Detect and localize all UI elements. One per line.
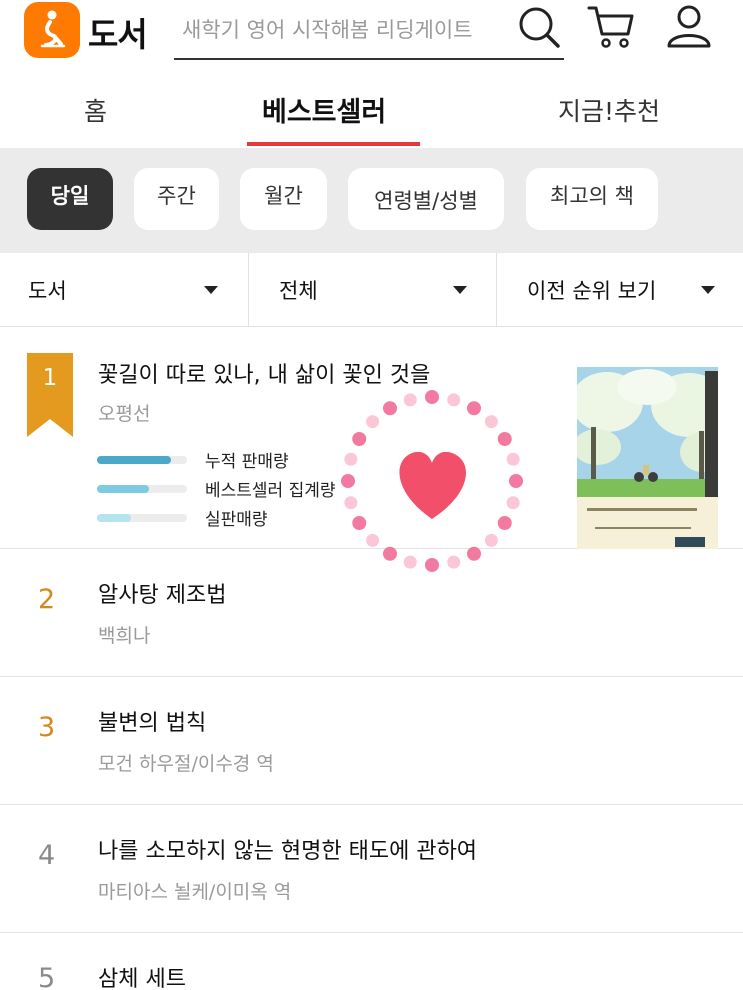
heart-sparkle-dot bbox=[467, 546, 481, 561]
book-row-5[interactable]: 5 삼체 세트 bbox=[0, 933, 743, 990]
rank-badge: 1 bbox=[27, 353, 73, 437]
search-icon[interactable] bbox=[514, 2, 564, 52]
book-author[interactable]: 오평선 bbox=[98, 399, 150, 426]
heart-sparkle-dot bbox=[366, 415, 380, 429]
heart-sparkle-dot bbox=[425, 390, 439, 404]
book-author[interactable]: 백희나 bbox=[98, 621, 150, 648]
heart-sparkle-dot bbox=[352, 516, 367, 530]
heart-sparkle-dot bbox=[403, 555, 417, 569]
stat-bar bbox=[97, 514, 187, 522]
heart-sparkle-dot bbox=[467, 401, 481, 416]
filter-best-books[interactable]: 최고의 책 bbox=[526, 168, 658, 230]
heart-sparkle-dot bbox=[497, 516, 512, 530]
category-dropdown[interactable]: 도서 bbox=[0, 253, 248, 327]
book-cover-image[interactable] bbox=[577, 367, 718, 549]
book-title[interactable]: 불변의 법칙 bbox=[98, 705, 206, 737]
rank-number: 4 bbox=[38, 840, 56, 871]
heart-sparkle-dot bbox=[344, 452, 358, 466]
rank-number: 3 bbox=[38, 712, 56, 743]
scope-dropdown-label: 전체 bbox=[279, 279, 318, 303]
rank-number: 1 bbox=[42, 365, 58, 391]
heart-sparkle-dot bbox=[509, 474, 523, 488]
tab-home[interactable]: 홈 bbox=[84, 92, 107, 128]
rank-number: 5 bbox=[38, 963, 56, 990]
tab-bestseller[interactable]: 베스트셀러 bbox=[262, 90, 386, 129]
user-icon[interactable] bbox=[664, 2, 714, 52]
filter-weekly[interactable]: 주간 bbox=[134, 168, 219, 230]
period-filter-bar: 당일 주간 월간 연령별/성별 최고의 책 bbox=[0, 148, 743, 253]
heart-sparkle-dot bbox=[484, 533, 498, 547]
book-cover-illustration bbox=[577, 367, 718, 549]
filter-age-gender[interactable]: 연령별/성별 bbox=[348, 168, 504, 230]
search-input[interactable] bbox=[182, 10, 502, 50]
stat-label: 누적 판매량 bbox=[205, 452, 289, 472]
stat-bar bbox=[97, 485, 187, 493]
heart-sparkle-dot bbox=[344, 496, 358, 510]
app-logo[interactable] bbox=[24, 2, 80, 58]
book-row-3[interactable]: 3 불변의 법칙 모건 하우절/이수경 역 bbox=[0, 677, 743, 805]
like-heart-overlay[interactable] bbox=[334, 383, 530, 579]
previous-rank-dropdown[interactable]: 이전 순위 보기 bbox=[496, 253, 743, 327]
tab-recommend[interactable]: 지금!추천 bbox=[558, 92, 660, 128]
category-dropdown-label: 도서 bbox=[28, 279, 67, 303]
heart-sparkle-dot bbox=[447, 393, 461, 407]
top-header: 도서 bbox=[0, 0, 743, 72]
logo-figure-icon bbox=[40, 10, 66, 48]
heart-sparkle-dot bbox=[447, 555, 461, 569]
cart-icon[interactable] bbox=[586, 2, 638, 52]
caret-down-icon bbox=[453, 286, 467, 294]
scope-dropdown[interactable]: 전체 bbox=[248, 253, 496, 327]
book-title[interactable]: 알사탕 제조법 bbox=[98, 577, 226, 609]
heart-icon bbox=[341, 390, 523, 572]
heart-sparkle-dot bbox=[425, 558, 439, 572]
heart-sparkle-dot bbox=[366, 533, 380, 547]
filter-monthly[interactable]: 월간 bbox=[240, 168, 327, 230]
heart-sparkle-dot bbox=[497, 432, 512, 446]
heart-sparkle-dot bbox=[383, 546, 397, 561]
heart-sparkle-dot bbox=[506, 496, 520, 510]
filter-daily[interactable]: 당일 bbox=[27, 168, 113, 230]
active-tab-indicator bbox=[247, 142, 420, 146]
heart-sparkle-dot bbox=[383, 401, 397, 416]
heart-sparkle-dot bbox=[506, 452, 520, 466]
caret-down-icon bbox=[204, 286, 218, 294]
heart-sparkle-dot bbox=[341, 474, 355, 488]
book-author[interactable]: 모건 하우절/이수경 역 bbox=[98, 749, 274, 776]
logo-text[interactable]: 도서 bbox=[88, 8, 148, 56]
dropdown-row: 도서 전체 이전 순위 보기 bbox=[0, 253, 743, 327]
book-title[interactable]: 나를 소모하지 않는 현명한 태도에 관하여 bbox=[98, 833, 477, 865]
stat-label: 실판매량 bbox=[205, 510, 268, 530]
main-tabs: 홈 베스트셀러 지금!추천 bbox=[0, 78, 743, 148]
stat-bar bbox=[97, 456, 187, 464]
book-row-4[interactable]: 4 나를 소모하지 않는 현명한 태도에 관하여 마티아스 뇔케/이미옥 역 bbox=[0, 805, 743, 933]
heart-sparkle-dot bbox=[352, 432, 367, 446]
stat-label: 베스트셀러 집계량 bbox=[205, 481, 336, 501]
rank-number: 2 bbox=[38, 584, 56, 615]
caret-down-icon bbox=[701, 286, 715, 294]
stat-bar-fill bbox=[97, 456, 171, 464]
book-author[interactable]: 마티아스 뇔케/이미옥 역 bbox=[98, 877, 291, 904]
search-bar bbox=[174, 4, 564, 60]
heart-sparkle-dot bbox=[403, 393, 417, 407]
heart-sparkle-dot bbox=[484, 415, 498, 429]
stat-bar-fill bbox=[97, 485, 150, 493]
stat-bar-fill bbox=[97, 514, 132, 522]
previous-rank-label: 이전 순위 보기 bbox=[527, 279, 657, 303]
book-title[interactable]: 삼체 세트 bbox=[98, 961, 186, 990]
